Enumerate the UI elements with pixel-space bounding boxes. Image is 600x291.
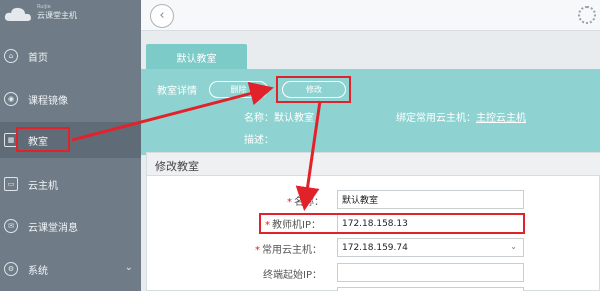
terminal-ip-field[interactable] xyxy=(337,263,524,282)
dialog-title: 修改教室 xyxy=(155,160,199,173)
bound-host-link[interactable]: 主控云主机 xyxy=(476,113,526,124)
sidebar-item-home[interactable]: ⌂ 首页 xyxy=(0,38,141,74)
tab-default-classroom[interactable]: 默认教室 xyxy=(146,44,247,70)
detail-label: 教室详情 xyxy=(157,86,197,97)
monitor-icon: ▭ xyxy=(4,177,18,191)
gear-icon[interactable] xyxy=(578,6,596,24)
name-field[interactable]: 默认教室 xyxy=(337,190,524,209)
message-icon: ✉ xyxy=(4,219,18,233)
edit-highlight-box xyxy=(276,76,351,103)
sidebar-item-label: 云课堂消息 xyxy=(28,222,78,234)
required-marker: * xyxy=(255,245,260,256)
bound-host-text: 绑定常用云主机：主控云主机 xyxy=(396,109,526,124)
chevron-down-icon: ⌄ xyxy=(510,242,517,251)
home-icon: ⌂ xyxy=(4,49,18,63)
classroom-desc-text: 描述： xyxy=(244,135,274,146)
sidebar-item-label: 首页 xyxy=(28,52,48,64)
sidebar-item-label: 课程镜像 xyxy=(28,95,68,107)
sidebar-item-cloud-host[interactable]: ▭ 云主机 xyxy=(0,166,141,202)
edit-classroom-dialog: 修改教室 * 名称： 默认教室 * 教师机IP： 172.18.158.13 * 常用… xyxy=(146,152,600,291)
classroom-detail-panel: 教室详情 删除 修改 名称：默认教室 绑定常用云主机：主控云主机 描述： xyxy=(141,69,600,155)
chevron-down-icon: ⌄ xyxy=(124,262,133,273)
classroom-name-text: 名称：默认教室 xyxy=(244,113,314,124)
bound-host-label: 绑定常用云主机： xyxy=(396,113,476,124)
cloud-logo-icon xyxy=(4,7,31,21)
teacher-ip-highlight-box xyxy=(259,213,525,234)
top-bar: ‹ xyxy=(141,0,600,31)
host-select-label: * 常用云主机： xyxy=(255,245,322,256)
brand-logo[interactable]: Ruijie 云课堂主机 xyxy=(4,3,94,25)
brand-name: 云课堂主机 xyxy=(37,11,77,20)
next-field[interactable] xyxy=(337,287,524,291)
name-field-label: * 名称： xyxy=(287,197,324,208)
host-select-value: 172.18.159.74 xyxy=(342,242,408,253)
classroom-highlight-box xyxy=(16,127,70,152)
back-button[interactable]: ‹ xyxy=(150,4,174,28)
sidebar-item-system[interactable]: ⚙ 系统 ⌄ xyxy=(0,251,141,287)
system-icon: ⚙ xyxy=(4,262,18,276)
sidebar-item-label: 系统 xyxy=(28,265,48,277)
terminal-ip-label: 终端起始IP： xyxy=(263,270,322,281)
dialog-header: 修改教室 xyxy=(147,153,600,176)
host-select[interactable]: 172.18.159.74 ⌄ xyxy=(337,238,524,257)
disc-icon: ◉ xyxy=(4,92,18,106)
sidebar-item-messages[interactable]: ✉ 云课堂消息 xyxy=(0,208,141,244)
delete-button[interactable]: 删除 xyxy=(209,81,268,98)
sidebar-item-label: 云主机 xyxy=(28,180,58,192)
required-marker: * xyxy=(287,197,292,208)
sidebar-item-course-image[interactable]: ◉ 课程镜像 xyxy=(0,81,141,117)
